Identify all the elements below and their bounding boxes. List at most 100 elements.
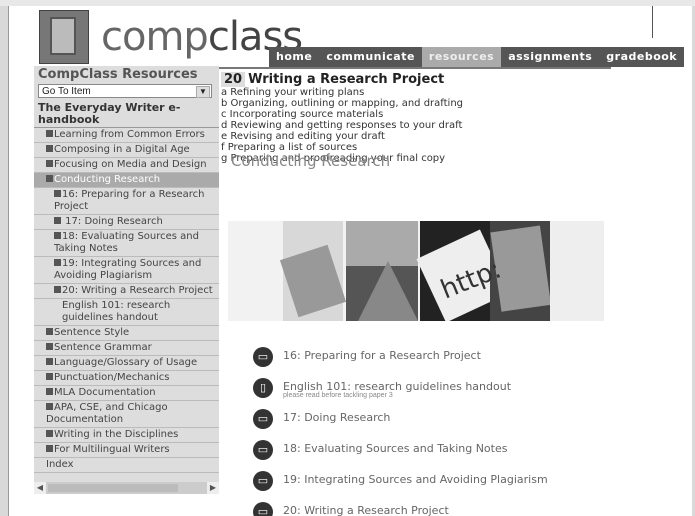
sidebar-item[interactable]: MLA Documentation <box>34 386 219 401</box>
compclass-window: compclass home communicate resources assign… <box>8 6 692 516</box>
sidebar-item-label: MLA Documentation <box>54 387 156 398</box>
sidebar-item-label: Conducting Research <box>54 174 161 185</box>
scrollbar-thumb[interactable] <box>48 484 178 492</box>
research-banner-image: http: <box>228 221 604 321</box>
sidebar-item[interactable]: Sentence Style <box>34 326 219 341</box>
expand-icon[interactable] <box>54 259 61 266</box>
folder-icon: ▭ <box>253 502 273 516</box>
resource-link-label[interactable]: 20: Writing a Research Project <box>283 504 449 516</box>
sidebar-item[interactable]: 20: Writing a Research Project <box>34 284 219 299</box>
nav-communicate[interactable]: communicate <box>319 47 422 67</box>
expand-icon[interactable] <box>46 358 53 365</box>
expand-icon[interactable] <box>46 130 53 137</box>
horizontal-scrollbar[interactable]: ◀ ▶ <box>34 482 219 494</box>
expand-icon[interactable] <box>46 160 53 167</box>
sidebar-item[interactable]: 19: Integrating Sources and Avoiding Pla… <box>34 257 219 284</box>
sidebar-item-label: Sentence Grammar <box>54 342 152 353</box>
sidebar-item[interactable]: For Multilingual Writers <box>34 443 219 458</box>
sidebar-item-label: 16: Preparing for a Research Project <box>54 189 205 212</box>
nav-gradebook[interactable]: gradebook <box>599 47 685 67</box>
expand-icon[interactable] <box>46 388 53 395</box>
expand-icon[interactable] <box>46 175 53 182</box>
scroll-right-icon[interactable]: ▶ <box>207 482 219 494</box>
sidebar-item-label: English 101: research guidelines handout <box>62 300 171 323</box>
logo-icon <box>39 10 89 64</box>
resource-link-label[interactable]: 16: Preparing for a Research Project <box>283 349 481 362</box>
expand-icon[interactable] <box>46 343 53 350</box>
sidebar-item[interactable]: Writing in the Disciplines <box>34 428 219 443</box>
sidebar: CompClass Resources Go To Item ▼ The Eve… <box>34 66 219 494</box>
sidebar-item-label: Sentence Style <box>54 327 130 338</box>
sidebar-item[interactable]: Sentence Grammar <box>34 341 219 356</box>
sidebar-item-label: Learning from Common Errors <box>54 129 205 140</box>
chapter-panel: 20 Writing a Research Project a Refining … <box>221 72 621 164</box>
sidebar-item-label: For Multilingual Writers <box>54 444 170 455</box>
section-link[interactable]: b Organizing, outlining or mapping, and … <box>221 98 621 109</box>
sidebar-item[interactable]: Language/Glossary of Usage <box>34 356 219 371</box>
chevron-down-icon[interactable]: ▼ <box>196 86 210 98</box>
sidebar-item[interactable]: APA, CSE, and Chicago Documentation <box>34 401 219 428</box>
expand-icon[interactable] <box>54 190 61 197</box>
sidebar-item-label: 20: Writing a Research Project <box>62 285 213 296</box>
expand-icon[interactable] <box>46 328 53 335</box>
section-link[interactable]: e Revising and editing your draft <box>221 131 621 142</box>
sidebar-item-label: Punctuation/Mechanics <box>54 372 170 383</box>
expand-icon[interactable] <box>54 286 61 293</box>
chapter-title: 20 Writing a Research Project <box>221 72 621 87</box>
scroll-left-icon[interactable]: ◀ <box>34 482 46 494</box>
book-title[interactable]: The Everyday Writer e-handbook <box>34 100 219 128</box>
background-window-edge <box>0 30 8 230</box>
sidebar-title: CompClass Resources <box>38 67 198 82</box>
sidebar-item[interactable]: English 101: research guidelines handout <box>34 299 219 326</box>
sidebar-item-label: 19: Integrating Sources and Avoiding Pla… <box>54 258 202 281</box>
resource-link-note: please read before tackling paper 3 <box>283 392 393 399</box>
sidebar-item-label: 18: Evaluating Sources and Taking Notes <box>54 231 199 254</box>
expand-icon[interactable] <box>54 232 61 239</box>
expand-icon[interactable] <box>54 217 61 224</box>
sidebar-item[interactable]: Conducting Research <box>34 173 219 188</box>
folder-icon: ▭ <box>253 409 273 429</box>
sidebar-item-label: Language/Glossary of Usage <box>54 357 198 368</box>
sidebar-item[interactable]: Index <box>34 458 219 473</box>
divider <box>217 67 611 69</box>
folder-icon: ▭ <box>253 440 273 460</box>
sidebar-item-label: Focusing on Media and Design <box>54 159 207 170</box>
expand-icon[interactable] <box>46 373 53 380</box>
folder-icon: ▭ <box>253 471 273 491</box>
sidebar-item[interactable]: Learning from Common Errors <box>34 128 219 143</box>
resource-link-label[interactable]: 18: Evaluating Sources and Taking Notes <box>283 442 507 455</box>
header: compclass home communicate resources assign… <box>9 6 692 69</box>
sidebar-item[interactable]: Punctuation/Mechanics <box>34 371 219 386</box>
go-to-item-select[interactable]: Go To Item ▼ <box>38 84 212 98</box>
sidebar-item[interactable]: 17: Doing Research <box>34 215 219 230</box>
sidebar-item-label: Index <box>46 459 74 470</box>
folder-icon: ▭ <box>253 347 273 367</box>
resource-link-label[interactable]: 17: Doing Research <box>283 411 390 424</box>
expand-icon[interactable] <box>46 445 53 452</box>
chapter-number: 20 <box>221 72 246 87</box>
nav-resources[interactable]: resources <box>421 47 502 67</box>
sidebar-item[interactable]: Composing in a Digital Age <box>34 143 219 158</box>
section-heading: Conducting Research <box>231 152 391 170</box>
sidebar-item-label: Writing in the Disciplines <box>54 429 179 440</box>
sidebar-tree: Learning from Common Errors Composing in … <box>34 128 219 473</box>
section-link[interactable]: c Incorporating source materials <box>221 109 621 120</box>
expand-icon[interactable] <box>46 430 53 437</box>
divider <box>652 6 653 38</box>
document-icon: ▯ <box>253 378 273 398</box>
sidebar-item[interactable]: 18: Evaluating Sources and Taking Notes <box>34 230 219 257</box>
resource-link-label[interactable]: 19: Integrating Sources and Avoiding Pla… <box>283 473 548 486</box>
expand-icon[interactable] <box>46 145 53 152</box>
nav-assignments[interactable]: assignments <box>501 47 600 67</box>
section-link[interactable]: a Refining your writing plans <box>221 87 621 98</box>
sidebar-item-label: 17: Doing Research <box>62 216 163 227</box>
section-link[interactable]: d Reviewing and getting responses to you… <box>221 120 621 131</box>
sidebar-item-label: APA, CSE, and Chicago Documentation <box>46 402 168 425</box>
main-nav: home communicate resources assignments grade… <box>269 47 685 67</box>
nav-home[interactable]: home <box>269 47 320 67</box>
sidebar-item[interactable]: Focusing on Media and Design <box>34 158 219 173</box>
expand-icon[interactable] <box>46 403 53 410</box>
sidebar-item[interactable]: 16: Preparing for a Research Project <box>34 188 219 215</box>
sidebar-item-label: Composing in a Digital Age <box>54 144 190 155</box>
banner-collage <box>279 221 604 321</box>
